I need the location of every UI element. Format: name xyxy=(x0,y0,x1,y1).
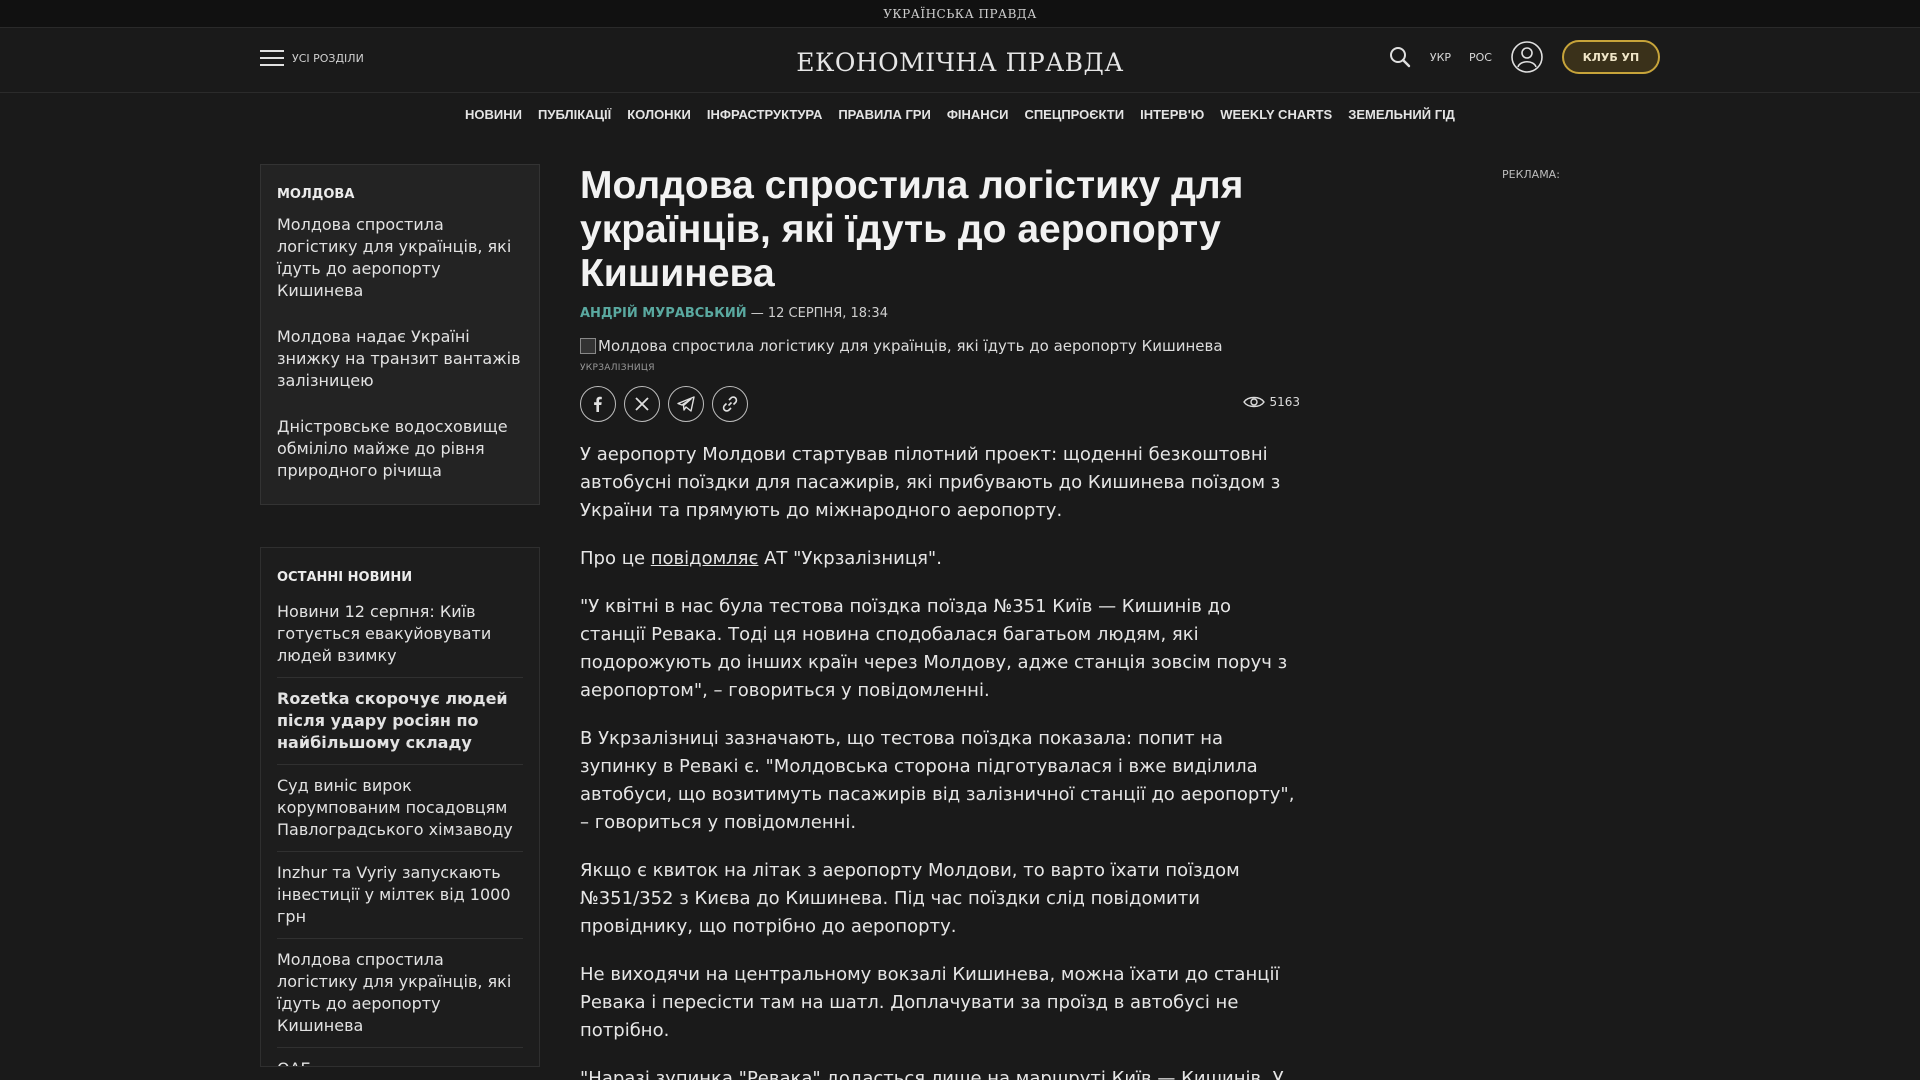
ad-label: РЕКЛАМА: xyxy=(1502,168,1560,181)
view-counter: 5163 xyxy=(1243,395,1300,409)
paragraph: Не виходячи на центральному вокзалі Киши… xyxy=(580,964,1280,1041)
topic-title[interactable]: МОЛДОВА xyxy=(277,187,523,202)
share-bar: 5163 xyxy=(580,386,1300,422)
facebook-icon xyxy=(594,396,602,412)
latest-news-panel: ОСТАННІ НОВИНИ Новини 12 серпня: Київ го… xyxy=(260,547,540,1067)
left-sidebar: МОЛДОВА Молдова спростила логістику для … xyxy=(260,164,540,1067)
topic-panel: МОЛДОВА Молдова спростила логістику для … xyxy=(260,164,540,505)
topic-item[interactable]: Молдова надає Україні знижку на транзит … xyxy=(277,314,523,404)
top-brand-bar: УКРАЇНСЬКА ПРАВДА xyxy=(0,0,1920,28)
paragraph-text: АТ "Укрзалізниця". xyxy=(758,548,942,569)
source-link[interactable]: повідомляє xyxy=(651,548,759,569)
nav-item-special[interactable]: СПЕЦПРОЄКТИ xyxy=(1024,107,1124,122)
latest-news-item[interactable]: Rozetka скорочує людей після удару росія… xyxy=(277,678,523,765)
nav-item-news[interactable]: НОВИНИ xyxy=(465,107,522,122)
share-facebook-button[interactable] xyxy=(580,386,616,422)
lang-ukr-link[interactable]: УКР xyxy=(1430,51,1451,64)
article: Молдова спростила логістику для українці… xyxy=(580,164,1300,1080)
broken-image-icon xyxy=(580,338,596,354)
paragraph: "У квітні в нас була тестова поїздка пої… xyxy=(580,596,1288,701)
main-nav: НОВИНИ ПУБЛІКАЦІЇ КОЛОНКИ ІНФРАСТРУКТУРА… xyxy=(0,93,1920,135)
share-x-button[interactable] xyxy=(624,386,660,422)
nav-item-publications[interactable]: ПУБЛІКАЦІЇ xyxy=(538,107,611,122)
image-caption: УКРЗАЛІЗНИЦЯ xyxy=(580,363,655,373)
view-count: 5163 xyxy=(1269,395,1300,409)
latest-news-title[interactable]: ОСТАННІ НОВИНИ xyxy=(277,570,523,585)
publish-date: — 12 СЕРПНЯ, 18:34 xyxy=(746,306,888,321)
share-telegram-button[interactable] xyxy=(668,386,704,422)
latest-news-item[interactable]: Молдова спростила логістику для українці… xyxy=(277,939,523,1048)
topic-item[interactable]: Дністровське водосховище обміліло майже … xyxy=(277,404,523,494)
byline: АНДРІЙ МУРАВСЬКИЙ — 12 СЕРПНЯ, 18:34 xyxy=(580,306,1300,321)
x-icon xyxy=(635,397,649,411)
link-icon xyxy=(722,396,738,412)
paragraph: У аеропорту Молдови стартував пілотний п… xyxy=(580,444,1281,521)
latest-news-item[interactable]: Inzhur та Vyriy запускають інвестиції у … xyxy=(277,852,523,939)
article-image: Молдова спростила логістику для українці… xyxy=(580,337,1300,355)
author-link[interactable]: АНДРІЙ МУРАВСЬКИЙ xyxy=(580,306,747,321)
paragraph: Про це повідомляє АТ "Укрзалізниця". xyxy=(580,545,1300,573)
lang-ros-link[interactable]: РОС xyxy=(1469,51,1492,64)
telegram-icon xyxy=(677,396,695,412)
article-image-alt: Молдова спростила логістику для українці… xyxy=(598,337,1223,355)
copy-link-button[interactable] xyxy=(712,386,748,422)
nav-item-land-guide[interactable]: ЗЕМЕЛЬНИЙ ГІД xyxy=(1348,107,1455,122)
topic-item[interactable]: Молдова спростила логістику для українці… xyxy=(277,212,523,314)
article-body: У аеропорту Молдови стартував пілотний п… xyxy=(580,441,1300,1080)
paragraph: "Наразі зупинка "Ревака" додасться лише … xyxy=(580,1068,1284,1080)
user-icon xyxy=(1511,41,1543,73)
nav-item-infrastructure[interactable]: ІНФРАСТРУКТУРА xyxy=(707,107,822,122)
eye-icon xyxy=(1243,396,1266,408)
search-icon xyxy=(1389,47,1411,68)
site-header: УСІ РОЗДІЛИ ЕКОНОМІЧНА ПРАВДА УКР РОС КЛ… xyxy=(0,28,1920,93)
paragraph-text: Про це xyxy=(580,548,651,569)
article-title: Молдова спростила логістику для українці… xyxy=(580,164,1244,295)
account-button[interactable] xyxy=(1510,40,1544,74)
search-button[interactable] xyxy=(1388,45,1412,69)
latest-news-item[interactable]: ОАЕ... xyxy=(277,1048,523,1066)
latest-news-item[interactable]: Суд виніс вирок корумпованим посадовцям … xyxy=(277,765,523,852)
nav-item-rules[interactable]: ПРАВИЛА ГРИ xyxy=(838,107,931,122)
latest-news-item[interactable]: Новини 12 серпня: Київ готується евакуйо… xyxy=(277,591,523,678)
paragraph: В Укрзалізниці зазначають, що тестова по… xyxy=(580,728,1295,833)
club-up-button[interactable]: КЛУБ УП xyxy=(1562,40,1660,74)
up-brand-link[interactable]: УКРАЇНСЬКА ПРАВДА xyxy=(883,7,1037,21)
nav-item-columns[interactable]: КОЛОНКИ xyxy=(627,107,691,122)
nav-item-interview[interactable]: ІНТЕРВ'Ю xyxy=(1140,107,1204,122)
nav-item-finance[interactable]: ФІНАНСИ xyxy=(947,107,1009,122)
paragraph: Якщо є квиток на літак з аеропорту Молдо… xyxy=(580,860,1240,937)
nav-item-weekly-charts[interactable]: WEEKLY CHARTS xyxy=(1220,107,1332,122)
